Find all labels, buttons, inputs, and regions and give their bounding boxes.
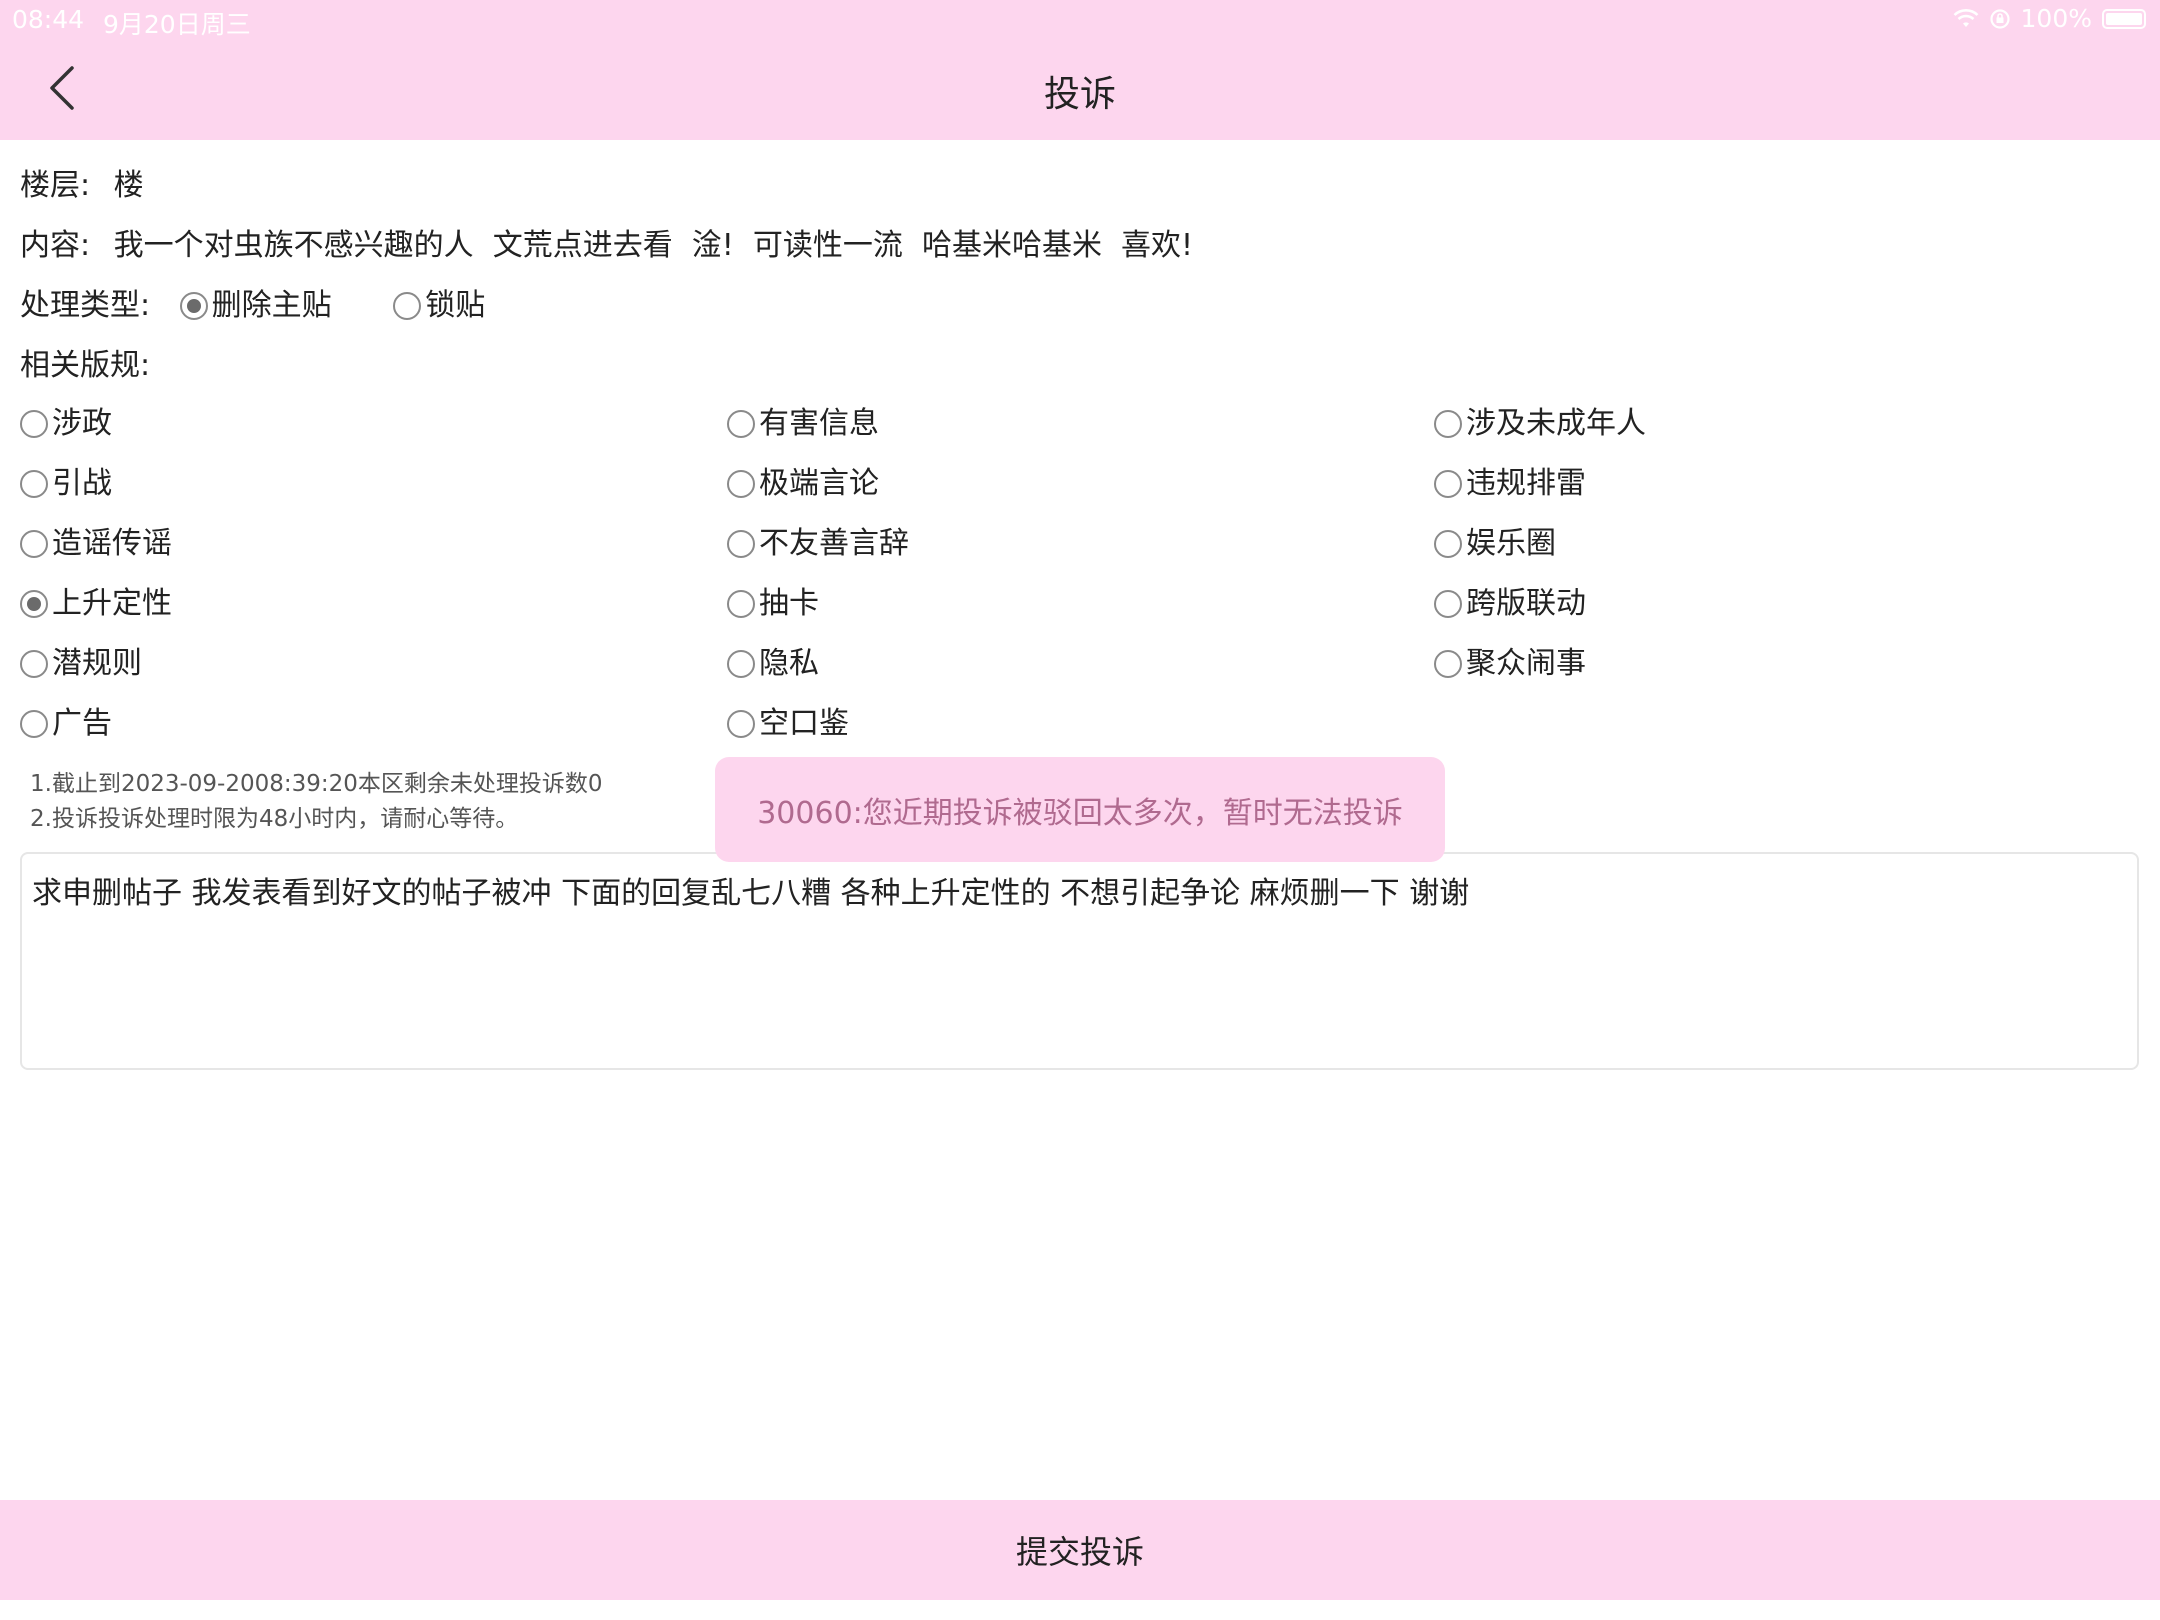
rule-option[interactable]: 聚众闹事: [1434, 638, 1586, 682]
submit-label: 提交投诉: [1015, 1533, 1144, 1571]
rule-option[interactable]: 涉及未成年人: [1434, 398, 1646, 442]
floor-row: 楼层: 楼: [20, 160, 144, 204]
submit-complaint-button[interactable]: 提交投诉: [0, 1500, 2160, 1600]
rule-label: 极端言论: [759, 466, 879, 501]
rule-option[interactable]: 不友善言辞: [727, 518, 909, 562]
rule-option[interactable]: 隐私: [727, 638, 819, 682]
rule-radio[interactable]: [727, 470, 755, 498]
rule-label: 跨版联动: [1466, 586, 1586, 621]
rule-option[interactable]: 引战: [20, 458, 112, 502]
rule-option[interactable]: 空口鉴: [727, 698, 849, 742]
rule-radio[interactable]: [1434, 470, 1462, 498]
rule-option[interactable]: 娱乐圈: [1434, 518, 1556, 562]
rule-radio[interactable]: [727, 710, 755, 738]
rule-radio[interactable]: [20, 710, 48, 738]
rule-radio[interactable]: [20, 410, 48, 438]
status-date: 9月20日周三: [103, 10, 251, 39]
status-indicators: 100%: [1953, 4, 2146, 33]
handle-type-lock-option[interactable]: 锁贴: [393, 280, 485, 324]
rule-label: 聚众闹事: [1466, 646, 1586, 681]
handle-type-label: 处理类型:: [20, 288, 151, 323]
floor-label: 楼层:: [20, 168, 91, 203]
content-row: 内容: 我一个对虫族不感兴趣的人 文荒点进去看 淦! 可读性一流 哈基米哈基米 …: [20, 220, 1193, 264]
rule-option[interactable]: 涉政: [20, 398, 112, 442]
orientation-lock-icon: [1989, 8, 2010, 29]
battery-percent: 100%: [2020, 4, 2092, 33]
rule-option[interactable]: 违规排雷: [1434, 458, 1586, 502]
error-toast: 30060:您近期投诉被驳回太多次，暂时无法投诉: [715, 757, 1445, 862]
rule-label: 引战: [52, 466, 112, 501]
handle-type-delete-option[interactable]: 删除主贴: [179, 280, 332, 324]
radio-lock-post[interactable]: [393, 292, 422, 320]
rule-radio[interactable]: [20, 470, 48, 498]
handle-type-lock-label: 锁贴: [425, 288, 486, 323]
floor-value: 楼: [113, 168, 144, 203]
rule-label: 娱乐圈: [1466, 526, 1556, 561]
page-title: 投诉: [1043, 74, 1116, 115]
rule-label: 违规排雷: [1466, 466, 1586, 501]
rules-label: 相关版规:: [20, 348, 151, 383]
rule-label: 涉及未成年人: [1466, 406, 1646, 441]
rule-label: 不友善言辞: [759, 526, 909, 561]
rule-radio[interactable]: [20, 650, 48, 678]
rule-label: 涉政: [52, 406, 112, 441]
content-label: 内容:: [20, 228, 91, 263]
complaint-screen: 08:44 9月20日周三 100% 投诉 楼层: 楼 内容: 我一个对虫族不感…: [0, 0, 2160, 1620]
rule-option[interactable]: 跨版联动: [1434, 578, 1586, 622]
radio-delete-post[interactable]: [179, 292, 208, 320]
rule-label: 潜规则: [52, 646, 142, 681]
content-value: 我一个对虫族不感兴趣的人 文荒点进去看 淦! 可读性一流 哈基米哈基米 喜欢!: [113, 228, 1194, 263]
rule-label: 抽卡: [759, 586, 819, 621]
rule-option[interactable]: 广告: [20, 698, 112, 742]
handle-type-delete-label: 删除主贴: [211, 288, 332, 323]
status-bar: 08:44 9月20日周三 100%: [0, 0, 2160, 40]
rule-radio[interactable]: [1434, 650, 1462, 678]
rule-radio[interactable]: [727, 410, 755, 438]
header-bar: 08:44 9月20日周三 100% 投诉: [0, 0, 2160, 140]
rule-option[interactable]: 上升定性: [20, 578, 172, 622]
wifi-icon: [1953, 8, 1978, 27]
rule-radio[interactable]: [20, 530, 48, 558]
notes: 1.截止到2023-09-2008:39:20本区剩余未处理投诉数0 2.投诉投…: [30, 767, 603, 837]
rule-radio[interactable]: [727, 590, 755, 618]
battery-icon: [2102, 8, 2146, 29]
rule-option[interactable]: 有害信息: [727, 398, 879, 442]
rule-radio[interactable]: [727, 650, 755, 678]
rule-option[interactable]: 极端言论: [727, 458, 879, 502]
rule-label: 隐私: [759, 646, 819, 681]
rule-option[interactable]: 造谣传谣: [20, 518, 172, 562]
rule-radio[interactable]: [20, 590, 48, 618]
rule-option[interactable]: 抽卡: [727, 578, 819, 622]
rule-radio[interactable]: [1434, 410, 1462, 438]
rule-radio[interactable]: [727, 530, 755, 558]
rule-label: 空口鉴: [759, 706, 849, 741]
rule-option[interactable]: 潜规则: [20, 638, 142, 682]
note-line-2: 2.投诉投诉处理时限为48小时内，请耐心等待。: [30, 806, 519, 832]
toast-message: 30060:您近期投诉被驳回太多次，暂时无法投诉: [757, 795, 1403, 831]
rule-radio[interactable]: [1434, 590, 1462, 618]
rule-label: 造谣传谣: [52, 526, 172, 561]
rule-label: 上升定性: [52, 586, 172, 621]
rule-label: 有害信息: [759, 406, 879, 441]
reason-textarea[interactable]: 求申删帖子 我发表看到好文的帖子被冲 下面的回复乱七八糟 各种上升定性的 不想引…: [20, 852, 2139, 1070]
rule-label: 广告: [52, 706, 112, 741]
handle-type-row: 处理类型: 删除主贴 锁贴: [20, 280, 537, 324]
note-line-1: 1.截止到2023-09-2008:39:20本区剩余未处理投诉数0: [30, 771, 603, 797]
status-time: 08:44: [12, 5, 85, 34]
rule-radio[interactable]: [1434, 530, 1462, 558]
